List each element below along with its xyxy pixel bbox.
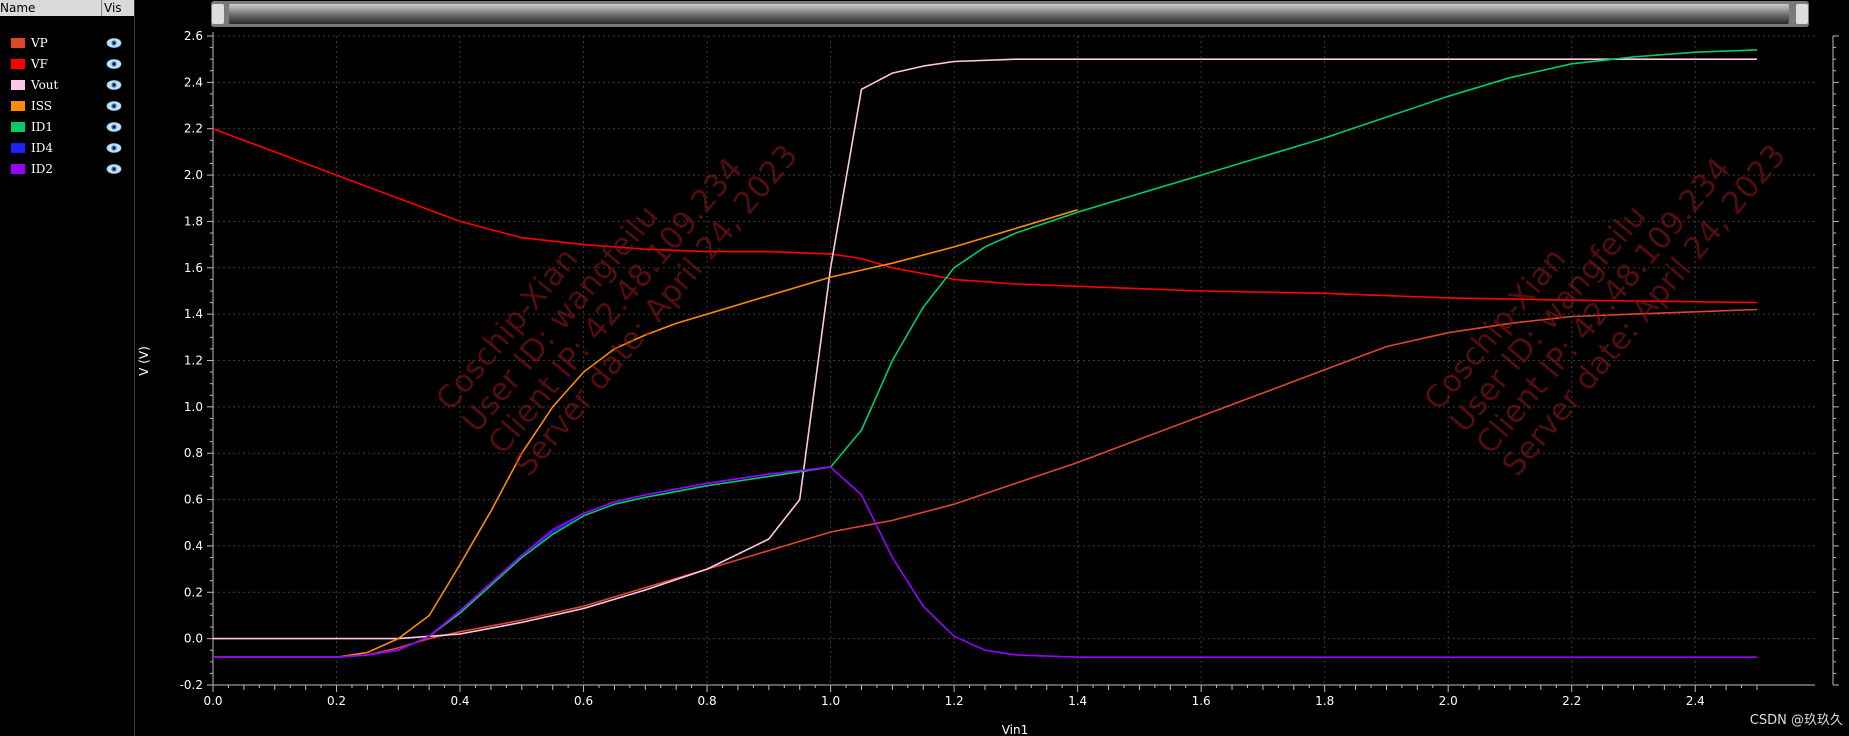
x-tick-label: 0.8 <box>698 694 717 708</box>
x-tick-label: 1.8 <box>1315 694 1334 708</box>
y-tick-label: 0.8 <box>184 446 203 460</box>
y-tick-label: 0.6 <box>184 493 203 507</box>
y-tick-label: 0.2 <box>184 585 203 599</box>
y-tick-label: 1.0 <box>184 400 203 414</box>
x-tick-label: 0.0 <box>203 694 222 708</box>
x-tick-label: 1.0 <box>821 694 840 708</box>
x-tick-label: 2.4 <box>1686 694 1705 708</box>
series-line-id4 <box>213 466 831 658</box>
y-tick-label: 1.6 <box>184 261 203 275</box>
x-tick-label: 0.4 <box>450 694 469 708</box>
x-tick-label: 1.6 <box>1192 694 1211 708</box>
x-tick-label: 2.2 <box>1562 694 1581 708</box>
x-tick-label: 0.2 <box>327 694 346 708</box>
y-tick-label: -0.2 <box>180 678 203 692</box>
y-tick-label: 1.2 <box>184 354 203 368</box>
y-tick-label: 1.8 <box>184 214 203 228</box>
y-tick-label: 2.6 <box>184 29 203 43</box>
y-axis-label: V (V) <box>137 346 151 376</box>
x-tick-label: 0.6 <box>574 694 593 708</box>
y-tick-label: 0.0 <box>184 632 203 646</box>
y-tick-label: 2.4 <box>184 75 203 89</box>
y-tick-label: 2.2 <box>184 122 203 136</box>
y-tick-label: 2.0 <box>184 168 203 182</box>
credit-text: CSDN @玖玖久 <box>1749 713 1843 728</box>
series-line-id2 <box>213 466 1757 658</box>
x-axis-label: Vin1 <box>1002 723 1029 736</box>
x-tick-label: 1.2 <box>945 694 964 708</box>
y-tick-label: 0.4 <box>184 539 203 553</box>
x-tick-label: 1.4 <box>1068 694 1087 708</box>
y-tick-label: 1.4 <box>184 307 203 321</box>
x-tick-label: 2.0 <box>1439 694 1458 708</box>
